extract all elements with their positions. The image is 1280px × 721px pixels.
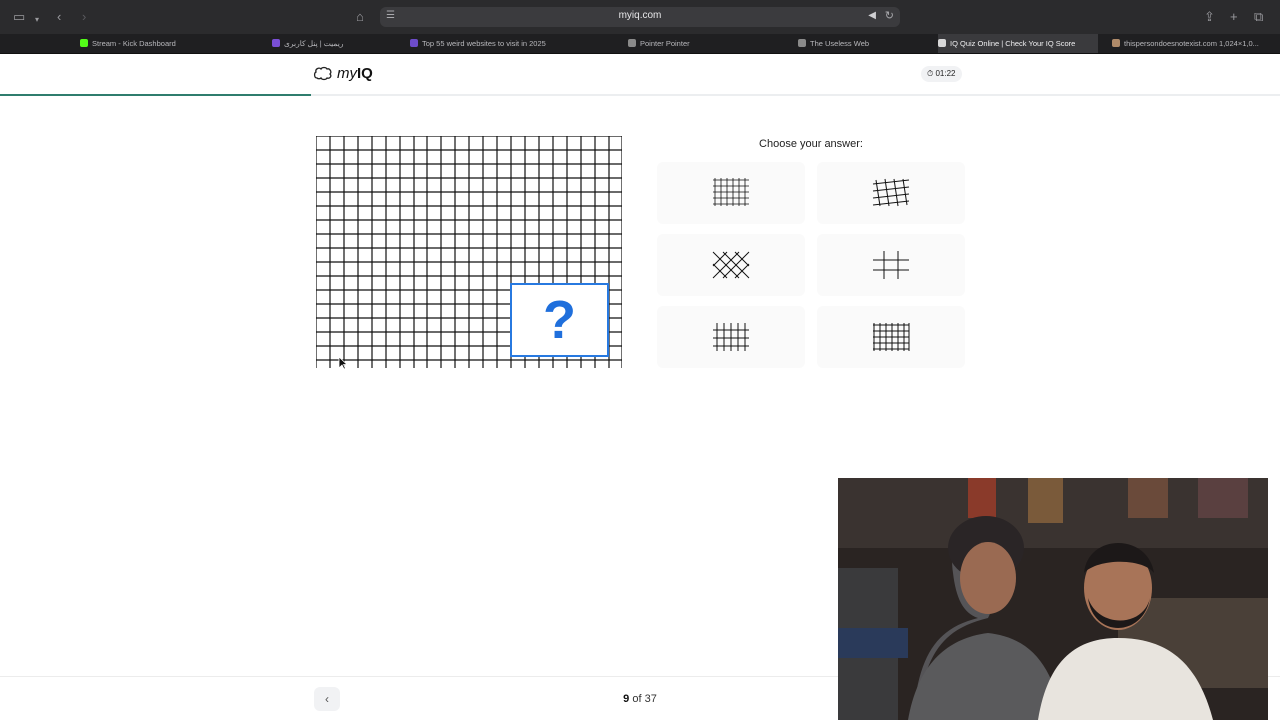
answer-option-b[interactable] xyxy=(817,162,965,224)
tab-title: thispersondoesnotexist.com 1,024×1,0... xyxy=(1124,39,1259,48)
mouse-cursor-icon xyxy=(338,356,348,370)
dense-grid-icon xyxy=(713,178,749,206)
browser-tab[interactable]: Pointer Pointer xyxy=(628,34,788,53)
question-counter: 9 of 37 xyxy=(600,693,680,705)
timer: ⏱ 01:22 xyxy=(921,66,962,82)
answer-option-f[interactable] xyxy=(817,306,965,368)
current-question: 9 xyxy=(623,693,630,705)
share-icon[interactable]: ⇪ xyxy=(1204,9,1215,25)
hash-icon xyxy=(873,251,909,279)
quiz-progress-bar xyxy=(0,94,1280,96)
url-text: myiq.com xyxy=(618,10,662,21)
answer-option-c[interactable] xyxy=(657,234,805,296)
logo-bold: IQ xyxy=(357,65,373,82)
back-icon[interactable]: ‹ xyxy=(57,9,61,25)
tab-favicon-icon xyxy=(272,39,280,47)
timer-value: 01:22 xyxy=(935,69,956,78)
address-bar[interactable]: ☰ myiq.com ◀ ↻ xyxy=(380,7,900,27)
browser-tab[interactable]: Stream - Kick Dashboard xyxy=(80,34,230,53)
myiq-logo[interactable]: myIQ xyxy=(313,65,373,82)
browser-tab[interactable]: IQ Quiz Online | Check Your IQ Score xyxy=(938,34,1098,53)
tab-overview-icon[interactable]: ⧉ xyxy=(1254,9,1263,25)
tab-favicon-icon xyxy=(1112,39,1120,47)
choose-answer-label: Choose your answer: xyxy=(759,138,863,150)
diagonal-lattice-icon xyxy=(712,251,750,279)
webcam-overlay xyxy=(838,478,1268,720)
answer-option-a[interactable] xyxy=(657,162,805,224)
browser-toolbar: ▭ ▾ ‹ › ⌂ ☰ myiq.com ◀ ↻ ⇪ + ⧉ xyxy=(0,0,1280,34)
sidebar-toggle-icon[interactable]: ▭ xyxy=(13,9,25,25)
total-questions: 37 xyxy=(644,693,657,705)
regular-grid-icon xyxy=(873,323,910,351)
tab-title: IQ Quiz Online | Check Your IQ Score xyxy=(950,39,1076,48)
sidebar-menu-chevron-icon[interactable]: ▾ xyxy=(35,12,39,28)
tab-favicon-icon xyxy=(80,39,88,47)
previous-question-button[interactable]: ‹ xyxy=(314,687,340,711)
skewed-grid-icon xyxy=(872,178,910,207)
new-tab-icon[interactable]: + xyxy=(1230,9,1238,25)
tab-title: Stream - Kick Dashboard xyxy=(92,39,176,48)
browser-tab[interactable]: ریمیت | پنل کاربری xyxy=(272,34,402,53)
browser-tab[interactable]: The Useless Web xyxy=(798,34,928,53)
chevron-left-icon: ‹ xyxy=(325,692,329,706)
webcam-feed-image xyxy=(838,478,1268,720)
question-mark: ? xyxy=(543,290,576,350)
answer-option-e[interactable] xyxy=(657,306,805,368)
home-icon[interactable]: ⌂ xyxy=(356,9,364,25)
tab-favicon-icon xyxy=(410,39,418,47)
brain-icon xyxy=(313,66,332,80)
browser-tab[interactable]: Top 55 weird websites to visit in 2025 xyxy=(410,34,620,53)
speaker-icon[interactable]: ◀ xyxy=(868,10,876,21)
stopwatch-icon: ⏱ xyxy=(927,69,934,78)
tab-favicon-icon xyxy=(938,39,946,47)
forward-icon[interactable]: › xyxy=(82,9,86,25)
answer-option-d[interactable] xyxy=(817,234,965,296)
tab-favicon-icon xyxy=(628,39,636,47)
tab-favicon-icon xyxy=(798,39,806,47)
tab-bar: Stream - Kick Dashboard ریمیت | پنل کاربر… xyxy=(0,34,1280,54)
vertical-grid-icon xyxy=(713,323,749,351)
browser-tab[interactable]: thispersondoesnotexist.com 1,024×1,0... xyxy=(1112,34,1280,53)
of-label: of xyxy=(632,693,642,705)
tab-title: ریمیت | پنل کاربری xyxy=(284,39,344,48)
missing-piece-box: ? xyxy=(510,283,609,357)
tab-title: Pointer Pointer xyxy=(640,39,690,48)
quiz-progress-fill xyxy=(0,94,312,96)
tab-title: Top 55 weird websites to visit in 2025 xyxy=(422,39,546,48)
site-header: myIQ ⏱ 01:22 xyxy=(0,54,1280,94)
tab-title: The Useless Web xyxy=(810,39,870,48)
reload-icon[interactable]: ↻ xyxy=(885,9,894,22)
logo-prefix: my xyxy=(337,65,357,82)
